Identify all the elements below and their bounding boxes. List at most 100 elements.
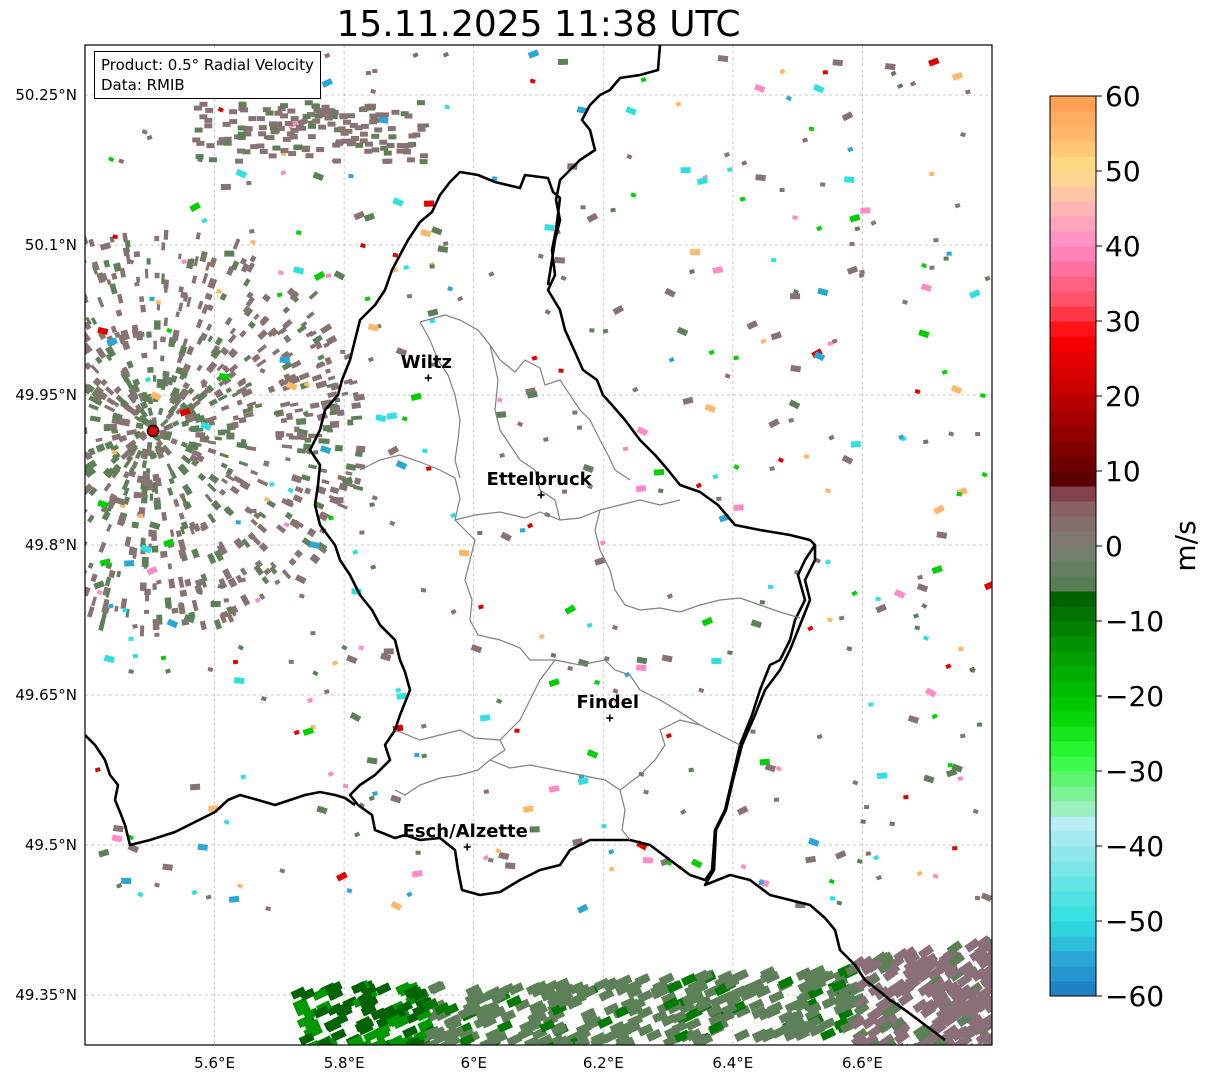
colorbar-tick-label: −50 [1105,905,1164,938]
lon-tick-label: 6.4°E [712,1054,753,1072]
colorbar-unit: m/s [1169,520,1202,571]
colorbar-band [1050,561,1096,577]
lat-tick-label: 49.8°N [25,536,77,554]
colorbar-band [1050,741,1096,757]
colorbar-band [1050,261,1096,277]
colorbar-band [1050,876,1096,892]
colorbar-band [1050,771,1096,787]
colorbar-tick-label: 40 [1105,230,1141,263]
colorbar-band [1050,726,1096,742]
colorbar-ticks: 60 50 40 30 20 10 0 −10 −20 −30 −40 −50 −60 [1096,80,1164,1013]
colorbar-band [1050,456,1096,472]
lat-tick-label: 49.35°N [15,986,77,1004]
colorbar-band [1050,951,1096,967]
colorbar-band [1050,426,1096,442]
lon-tick-label: 5.8°E [324,1054,365,1072]
colorbar-tick-label: 30 [1105,305,1141,338]
colorbar-band [1050,486,1096,502]
lat-tick-label: 49.5°N [25,836,77,854]
colorbar-tick-label: −30 [1105,755,1164,788]
colorbar-band [1050,291,1096,307]
colorbar-band [1050,141,1096,157]
lat-tick-label: 49.65°N [15,686,77,704]
colorbar-tick-label: 10 [1105,455,1141,488]
city-label: Findel [576,692,639,713]
colorbar-tick-label: −20 [1105,680,1164,713]
colorbar-band [1050,636,1096,652]
colorbar-band [1050,831,1096,847]
colorbar-band [1050,276,1096,292]
lat-tick-label: 50.1°N [25,236,77,254]
lon-tick-label: 6.2°E [583,1054,624,1072]
colorbar-band [1050,441,1096,457]
colorbar-band [1050,411,1096,427]
colorbar-band [1050,246,1096,262]
product-info-box: Product: 0.5° Radial Velocity Data: RMIB [94,51,321,99]
lon-tick-label: 5.6°E [194,1054,235,1072]
product-label: Product: 0.5° Radial Velocity [101,56,314,74]
colorbar-bands [1050,96,1096,997]
colorbar-band [1050,546,1096,562]
colorbar: 60 50 40 30 20 10 0 −10 −20 −30 −40 −50 −60 m/s [1049,80,1202,1013]
colorbar-tick-label: 0 [1105,530,1123,563]
colorbar-band [1050,351,1096,367]
colorbar-band [1050,891,1096,907]
colorbar-tick-label: 50 [1105,155,1141,188]
colorbar-band [1050,156,1096,172]
lat-tick-label: 50.25°N [15,86,77,104]
colorbar-band [1050,786,1096,802]
radar-map: 5.6°E 5.8°E 6°E 6.2°E 6.4°E 6.6°E 50.25°N 50.1… [15,44,1202,1072]
colorbar-tick-label: −10 [1105,605,1164,638]
city-label: Wiltz [401,352,452,373]
colorbar-band [1050,171,1096,187]
colorbar-band [1050,936,1096,952]
colorbar-band [1050,606,1096,622]
colorbar-tick-label: 60 [1105,80,1141,113]
colorbar-band [1050,576,1096,592]
colorbar-band [1050,96,1096,112]
colorbar-band [1050,651,1096,667]
colorbar-band [1050,186,1096,202]
colorbar-band [1050,111,1096,127]
colorbar-tick-label: 20 [1105,380,1141,413]
colorbar-band [1050,591,1096,607]
colorbar-band [1050,966,1096,982]
colorbar-band [1050,396,1096,412]
colorbar-band [1050,846,1096,862]
lon-tick-label: 6°E [460,1054,487,1072]
colorbar-band [1050,336,1096,352]
colorbar-band [1050,921,1096,937]
city-label: Esch/Alzette [403,821,528,842]
colorbar-band [1050,711,1096,727]
colorbar-band [1050,981,1096,997]
colorbar-band [1050,696,1096,712]
colorbar-band [1050,366,1096,382]
colorbar-band [1050,756,1096,772]
longitude-tick-labels: 5.6°E 5.8°E 6°E 6.2°E 6.4°E 6.6°E [194,1054,883,1072]
colorbar-band [1050,681,1096,697]
colorbar-band [1050,321,1096,337]
data-source-label: Data: RMIB [101,76,185,94]
colorbar-band [1050,471,1096,487]
lon-tick-label: 6.6°E [842,1054,883,1072]
colorbar-band [1050,816,1096,832]
colorbar-band [1050,126,1096,142]
colorbar-band [1050,306,1096,322]
colorbar-band [1050,501,1096,517]
colorbar-band [1050,381,1096,397]
colorbar-band [1050,531,1096,547]
colorbar-band [1050,621,1096,637]
colorbar-tick-label: −40 [1105,830,1164,863]
radar-site-marker [146,424,160,438]
colorbar-band [1050,906,1096,922]
colorbar-band [1050,516,1096,532]
latitude-tick-labels: 50.25°N 50.1°N 49.95°N 49.8°N 49.65°N 49.5°N 4… [15,86,77,1004]
colorbar-band [1050,216,1096,232]
colorbar-band [1050,666,1096,682]
city-label: Ettelbruck [487,469,593,490]
colorbar-band [1050,231,1096,247]
colorbar-band [1050,801,1096,817]
colorbar-band [1050,201,1096,217]
colorbar-band [1050,861,1096,877]
colorbar-tick-label: −60 [1105,980,1164,1013]
